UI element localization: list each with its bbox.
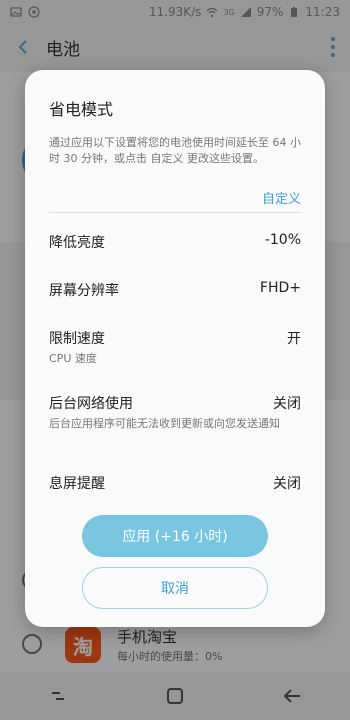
divider [49, 212, 301, 213]
power-saving-dialog: 省电模式 通过应用以下设置将您的电池使用时间延长至 64 小时 30 分钟，或点… [25, 70, 325, 627]
dialog-description: 通过应用以下设置将您的电池使用时间延长至 64 小时 30 分钟，或点击 自定义… [49, 136, 301, 165]
option-value: -10% [264, 232, 301, 248]
option-value: FHD+ [259, 280, 301, 296]
option-label: 后台网络使用 [49, 396, 133, 412]
option-value: 关闭 [273, 396, 301, 412]
option-subtext: CPU 速度 [49, 352, 97, 365]
customize-link[interactable]: 自定义 [262, 188, 301, 207]
option-screen-resolution: 屏幕分辨率 FHD+ [49, 280, 301, 300]
option-reduce-brightness: 降低亮度 -10% [49, 232, 301, 252]
cancel-button[interactable]: 取消 [82, 567, 268, 609]
option-always-on-display: 息屏提醒 关闭 [49, 473, 301, 493]
option-label: 降低亮度 [49, 235, 105, 251]
option-value: 开 [287, 331, 301, 347]
apply-button[interactable]: 应用 (+16 小时) [82, 515, 268, 557]
option-limit-speed: 限制速度 CPU 速度 开 [49, 328, 301, 366]
option-value: 关闭 [273, 476, 301, 492]
option-label: 息屏提醒 [49, 476, 105, 492]
option-subtext: 后台应用程序可能无法收到更新或向您发送通知 [49, 417, 280, 430]
option-background-network: 后台网络使用 后台应用程序可能无法收到更新或向您发送通知 关闭 [49, 393, 301, 431]
option-label: 限制速度 [49, 331, 105, 347]
dialog-title: 省电模式 [49, 100, 114, 119]
